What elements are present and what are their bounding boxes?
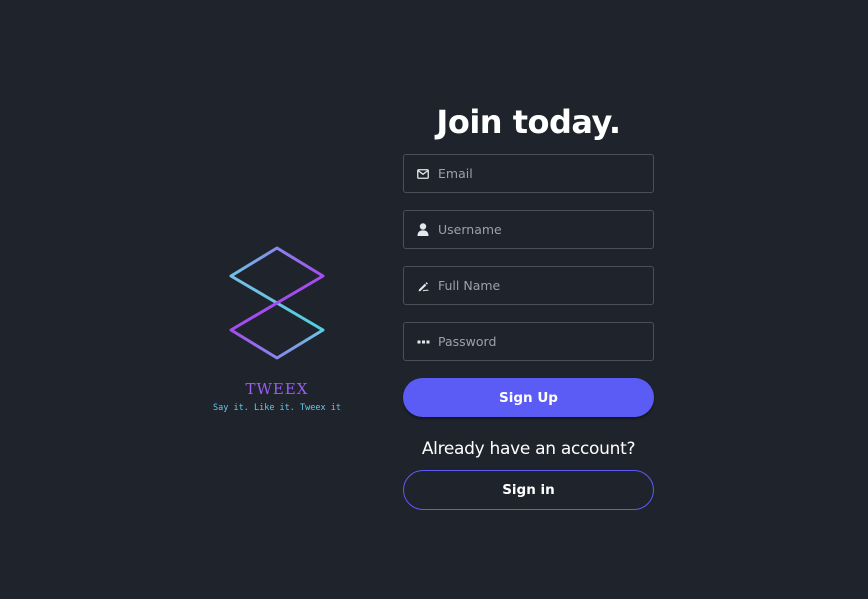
sign-in-button[interactable]: Sign in [403,470,654,510]
full-name-field[interactable] [403,266,654,305]
sign-up-button[interactable]: Sign Up [403,378,654,417]
username-field[interactable] [403,210,654,249]
mail-icon [416,167,430,181]
brand-name: TWEEX [245,380,309,398]
page-title: Join today. [436,103,621,141]
password-input[interactable] [438,323,653,360]
email-field[interactable] [403,154,654,193]
brand-tagline: Say it. Like it. Tweex it [213,403,341,413]
email-input[interactable] [438,155,653,192]
already-have-account-text: Already have an account? [421,439,636,459]
full-name-input[interactable] [438,267,653,304]
password-dots-icon [416,335,430,349]
brand-block: TWEEX Say it. Like it. Tweex it [177,244,377,413]
hexagon-cube-logo-icon [229,246,325,360]
username-input[interactable] [438,211,653,248]
password-field[interactable] [403,322,654,361]
user-icon [416,223,430,237]
signature-icon [416,279,430,293]
